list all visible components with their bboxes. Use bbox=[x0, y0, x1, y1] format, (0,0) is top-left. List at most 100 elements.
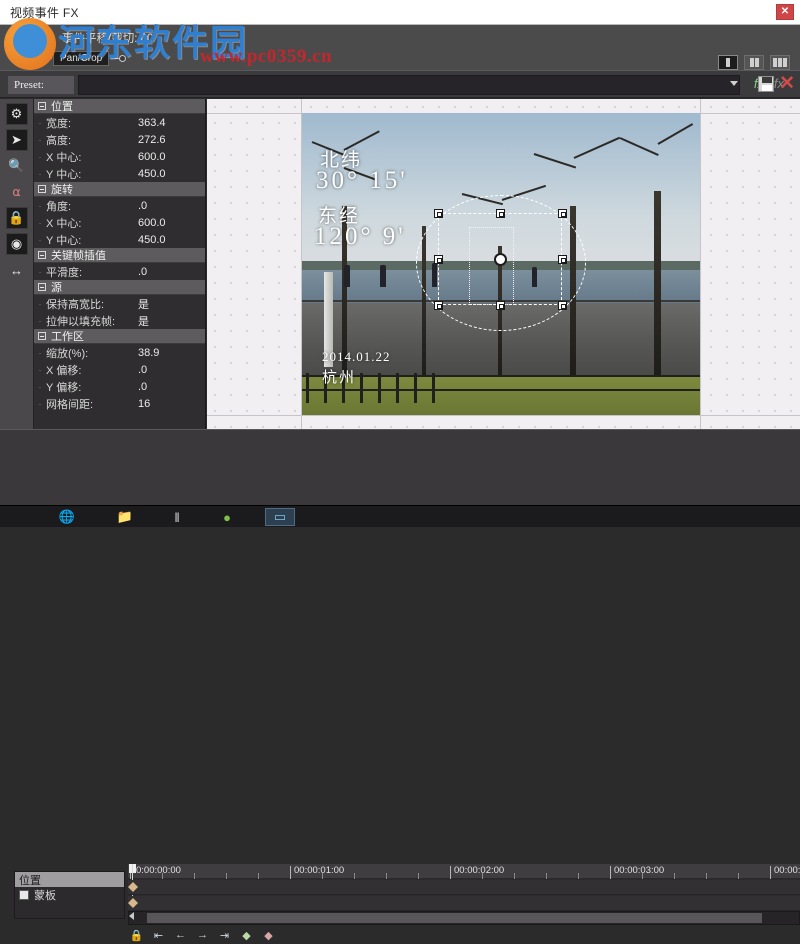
crop-handle-middle-right[interactable] bbox=[558, 255, 567, 264]
taskbar-media-icon[interactable]: ● bbox=[212, 508, 242, 526]
pointer-icon[interactable]: ➤ bbox=[5, 129, 28, 151]
param-row[interactable]: · X 中心: 600.0 bbox=[34, 148, 205, 165]
chevron-down-icon[interactable] bbox=[730, 81, 738, 86]
pan-crop-workspace[interactable]: 北纬 30° 15' 东经 120° 9' 2014.01.22 杭州 bbox=[207, 99, 800, 429]
crop-handle-top-right[interactable] bbox=[558, 209, 567, 218]
taskbar-browser-icon[interactable]: 🌐 bbox=[52, 508, 82, 526]
param-group-header[interactable]: 工作区 bbox=[34, 329, 205, 344]
photo-person bbox=[344, 265, 350, 287]
magnet-icon[interactable]: ⍺ bbox=[6, 181, 28, 203]
param-value[interactable]: 16 bbox=[138, 398, 150, 410]
keyframe-marker[interactable] bbox=[128, 882, 138, 892]
keyframe-lane-mask[interactable] bbox=[128, 896, 800, 911]
param-name: 保持高宽比: bbox=[46, 298, 105, 311]
crop-handle-bottom-center[interactable] bbox=[496, 301, 505, 310]
zoom-icon[interactable]: 🔍 bbox=[6, 155, 28, 177]
keyframe-marker[interactable] bbox=[128, 898, 138, 908]
keyframe-track-position[interactable]: 位置 bbox=[15, 872, 124, 887]
layout-three-button[interactable] bbox=[770, 55, 790, 70]
first-keyframe-button[interactable]: ⇤ bbox=[150, 928, 167, 943]
param-group-header[interactable]: 旋转 bbox=[34, 182, 205, 197]
close-window-button[interactable]: ✕ bbox=[776, 4, 794, 20]
param-row[interactable]: · X 偏移: .0 bbox=[34, 361, 205, 378]
keyframe-dot-icon: · bbox=[38, 298, 42, 309]
overlay-city: 杭州 bbox=[322, 370, 357, 386]
collapse-icon[interactable] bbox=[38, 332, 46, 340]
taskbar-folder-icon[interactable]: 📁 bbox=[110, 508, 140, 526]
collapse-icon[interactable] bbox=[38, 283, 46, 291]
param-value[interactable]: 450.0 bbox=[138, 168, 166, 180]
param-value[interactable]: 38.9 bbox=[138, 347, 159, 359]
lock-keyframe-button[interactable]: 🔒 bbox=[128, 928, 145, 943]
scroll-left-icon[interactable] bbox=[129, 912, 134, 920]
collapse-icon[interactable] bbox=[38, 251, 46, 259]
layout-single-button[interactable] bbox=[718, 55, 738, 70]
param-group-header[interactable]: 关键帧插值 bbox=[34, 248, 205, 263]
param-value[interactable]: 600.0 bbox=[138, 217, 166, 229]
delete-preset-button[interactable]: ✕ bbox=[779, 74, 795, 93]
param-row[interactable]: · 缩放(%): 38.9 bbox=[34, 344, 205, 361]
layout-button-group[interactable] bbox=[718, 55, 790, 70]
param-value[interactable]: 363.4 bbox=[138, 117, 166, 129]
os-taskbar: 🌐 📁 ‖ ● ▭ bbox=[0, 505, 800, 527]
preset-combobox[interactable] bbox=[78, 75, 740, 95]
param-name: X 中心: bbox=[46, 151, 82, 164]
param-group-header[interactable]: 源 bbox=[34, 280, 205, 295]
param-row[interactable]: · X 中心: 600.0 bbox=[34, 214, 205, 231]
ruler-label: 00:00:02:00 bbox=[454, 865, 505, 876]
anchor-icon[interactable]: ◉ bbox=[5, 233, 28, 255]
param-value[interactable]: 600.0 bbox=[138, 151, 166, 163]
param-value[interactable]: 450.0 bbox=[138, 234, 166, 246]
keyframe-track-list[interactable]: 位置 蒙板 bbox=[14, 871, 125, 919]
collapse-icon[interactable] bbox=[38, 102, 46, 110]
settings-icon[interactable]: ⚙ bbox=[5, 103, 28, 125]
previous-keyframe-button[interactable]: ← bbox=[172, 928, 189, 943]
param-row[interactable]: · 网格间距: 16 bbox=[34, 395, 205, 412]
param-row[interactable]: · Y 中心: 450.0 bbox=[34, 165, 205, 182]
param-value[interactable]: .0 bbox=[138, 364, 147, 376]
param-value[interactable]: 272.6 bbox=[138, 134, 166, 146]
param-row[interactable]: · 高度: 272.6 bbox=[34, 131, 205, 148]
param-row[interactable]: · Y 偏移: .0 bbox=[34, 378, 205, 395]
delete-keyframe-button[interactable]: ◆ bbox=[260, 928, 277, 943]
param-row[interactable]: · 宽度: 363.4 bbox=[34, 114, 205, 131]
param-value[interactable]: 是 bbox=[138, 296, 149, 312]
param-row[interactable]: · 保持高宽比: 是 bbox=[34, 295, 205, 312]
param-value[interactable]: 是 bbox=[138, 313, 149, 329]
crop-handle-top-left[interactable] bbox=[434, 209, 443, 218]
param-group-header[interactable]: 位置 bbox=[34, 99, 205, 114]
param-value[interactable]: .0 bbox=[138, 266, 147, 278]
layout-two-button[interactable] bbox=[744, 55, 764, 70]
last-keyframe-button[interactable]: ⇥ bbox=[216, 928, 233, 943]
crop-handle-top-center[interactable] bbox=[496, 209, 505, 218]
keyframe-dot-icon: · bbox=[38, 217, 42, 228]
resize-icon[interactable]: ↔ bbox=[6, 259, 28, 281]
lock-icon[interactable]: 🔒 bbox=[5, 207, 28, 229]
param-value[interactable]: .0 bbox=[138, 200, 147, 212]
param-row[interactable]: · Y 中心: 450.0 bbox=[34, 231, 205, 248]
crop-handle-bottom-left[interactable] bbox=[434, 301, 443, 310]
crop-handle-middle-left[interactable] bbox=[434, 255, 443, 264]
timeline-hscrollbar[interactable] bbox=[128, 911, 800, 925]
timeline-hscroll-thumb[interactable] bbox=[147, 913, 762, 923]
taskbar-pause-icon[interactable]: ‖ bbox=[162, 508, 192, 526]
keyframe-toolbar[interactable]: 🔒 ⇤ ← → ⇥ ◆ ◆ bbox=[128, 926, 277, 944]
save-preset-button[interactable] bbox=[758, 76, 774, 92]
param-row[interactable]: · 拉伸以填充帧: 是 bbox=[34, 312, 205, 329]
param-row[interactable]: · 平滑度: .0 bbox=[34, 263, 205, 280]
collapse-icon[interactable] bbox=[38, 185, 46, 193]
param-row[interactable]: · 角度: .0 bbox=[34, 197, 205, 214]
add-keyframe-button[interactable]: ◆ bbox=[238, 928, 255, 943]
timeline-ruler[interactable]: 0:00:00:00 00:00:01:00 00:00:02:00 00:00… bbox=[128, 864, 800, 879]
keyframe-lane-position[interactable] bbox=[128, 880, 800, 895]
watermark-logo-char: 1 bbox=[19, 26, 41, 62]
mask-checkbox[interactable] bbox=[19, 889, 29, 900]
crop-center-handle[interactable] bbox=[494, 253, 507, 266]
param-name: X 偏移: bbox=[46, 364, 82, 377]
taskbar-vegas-icon[interactable]: ▭ bbox=[265, 508, 295, 526]
parameter-panel[interactable]: 位置 · 宽度: 363.4 · 高度: 272.6 · X 中心: 600.0… bbox=[34, 99, 206, 429]
param-value[interactable]: .0 bbox=[138, 381, 147, 393]
next-keyframe-button[interactable]: → bbox=[194, 928, 211, 943]
crop-handle-bottom-right[interactable] bbox=[558, 301, 567, 310]
keyframe-track-mask[interactable]: 蒙板 bbox=[15, 887, 124, 902]
